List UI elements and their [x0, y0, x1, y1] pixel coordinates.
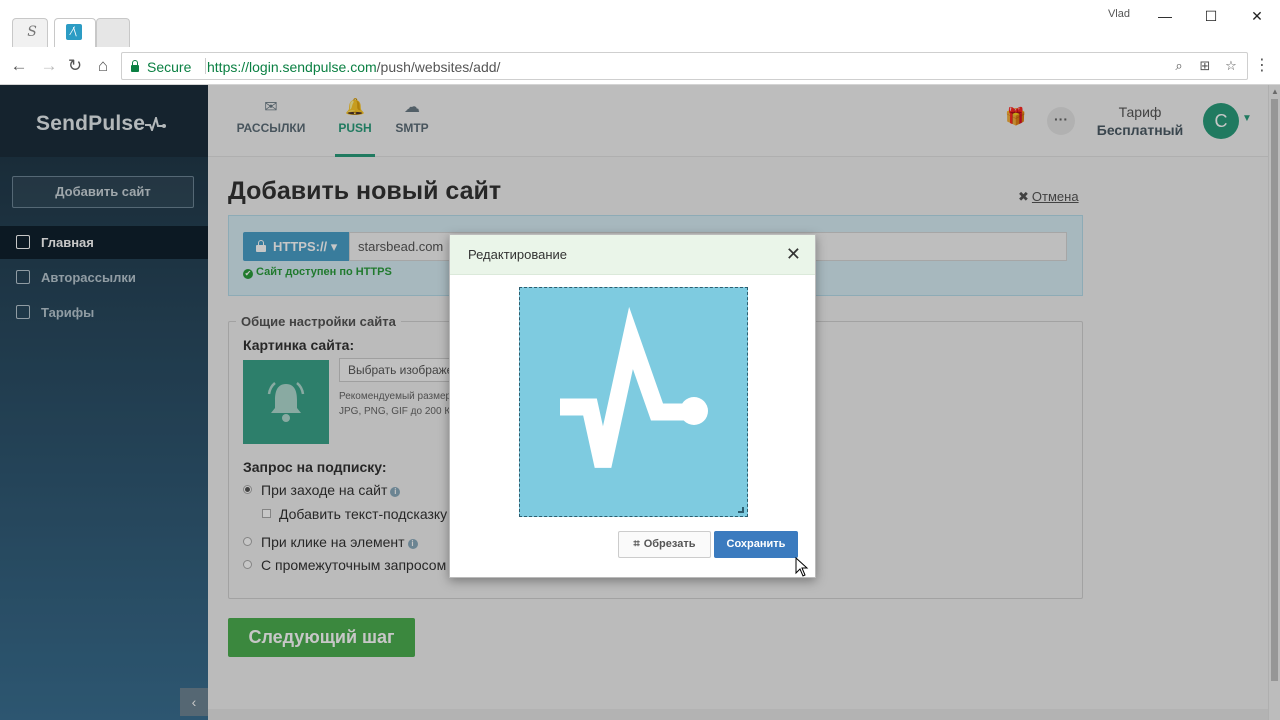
forward-button[interactable]: → — [38, 55, 60, 77]
crop-button[interactable]: ⌗ Обрезать — [618, 531, 711, 558]
address-bar[interactable]: Secure https://login.sendpulse.com/push/… — [121, 52, 1248, 80]
modal-title: Редактирование — [468, 247, 568, 262]
modal-close-icon[interactable]: ✕ — [786, 244, 801, 264]
browser-tab-1[interactable]: S — [12, 18, 48, 47]
browser-user[interactable]: Vlad — [1108, 8, 1130, 20]
browser-menu-icon[interactable]: ⋮ — [1254, 56, 1270, 76]
modal-header: Редактирование ✕ — [450, 235, 815, 275]
crop-area[interactable] — [519, 287, 748, 517]
tab-favicon-icon: S — [27, 24, 37, 40]
browser-tabstrip: S ⁄\ Vlad — ☐ ✕ — [0, 0, 1280, 47]
minimize-button[interactable]: — — [1142, 4, 1188, 28]
maximize-button[interactable]: ☐ — [1188, 4, 1234, 28]
translate-icon[interactable]: ⊞ — [1197, 58, 1213, 74]
crop-icon: ⌗ — [633, 538, 640, 550]
zoom-icon[interactable]: ⌕ — [1171, 58, 1187, 74]
browser-tab-sendpulse[interactable]: ⁄\ — [54, 18, 96, 47]
resize-handle-icon[interactable] — [738, 507, 744, 513]
secure-label: Secure — [147, 59, 192, 75]
back-button[interactable]: ← — [8, 55, 30, 77]
url-host: https://login.sendpulse.com — [207, 59, 377, 75]
address-separator — [205, 58, 206, 74]
sendpulse-favicon-icon: ⁄\ — [66, 24, 82, 40]
bookmark-star-icon[interactable]: ☆ — [1223, 58, 1239, 74]
browser-toolbar: ← → ↻ ⌂ Secure https://login.sendpulse.c… — [0, 47, 1280, 85]
home-button[interactable]: ⌂ — [92, 55, 114, 77]
edit-image-modal: Редактирование ✕ ⌗ Обрезать Сохранить — [449, 234, 816, 578]
url-path: /push/websites/add/ — [376, 59, 501, 75]
crop-label: Обрезать — [643, 538, 696, 550]
address-url[interactable]: https://login.sendpulse.com/push/website… — [207, 59, 500, 75]
sendpulse-pulse-icon — [560, 306, 708, 468]
save-button[interactable]: Сохранить — [714, 531, 798, 558]
reload-button[interactable]: ↻ — [64, 55, 86, 77]
new-tab-button[interactable] — [96, 18, 130, 47]
close-window-button[interactable]: ✕ — [1234, 4, 1280, 28]
mouse-cursor-icon — [795, 557, 809, 577]
secure-lock-icon — [130, 60, 140, 72]
